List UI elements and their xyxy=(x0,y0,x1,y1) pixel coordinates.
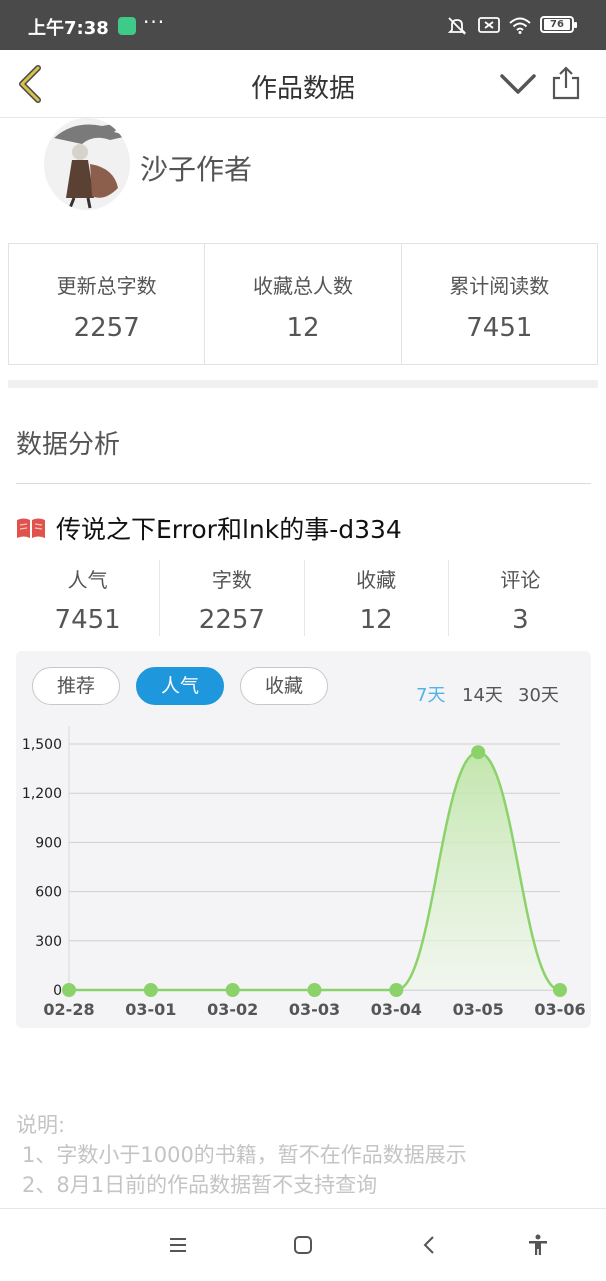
status-bar: 上午7:38 ··· 76 xyxy=(0,0,606,50)
x-tick-label: 03-04 xyxy=(371,1000,422,1019)
book-stat-words: 字数 2257 xyxy=(160,560,305,636)
mute-bell-icon xyxy=(447,17,467,35)
stat-value: 3 xyxy=(512,605,529,635)
chart-panel: 推荐 人气 收藏 7天 14天 30天 0 300 600 900 1,200 1,500… xyxy=(16,651,591,1028)
book-title: 传说之下Error和lnk的事-d334 xyxy=(56,515,402,544)
x-tick-label: 03-06 xyxy=(534,1000,585,1019)
stat-total-words: 更新总字数 2257 xyxy=(9,244,206,364)
y-tick-label: 1,200 xyxy=(22,786,62,802)
book-title-row[interactable]: 传说之下Error和lnk的事-d334 xyxy=(16,510,402,546)
summary-stats: 更新总字数 2257 收藏总人数 12 累计阅读数 7451 xyxy=(8,243,598,365)
stat-value: 2257 xyxy=(198,605,265,635)
popularity-chart: 0 300 600 900 1,200 1,500 02-28 03-01 03-02 03-03… xyxy=(22,726,586,1019)
stat-value: 12 xyxy=(359,605,393,635)
note-item: 2、8月1日前的作品数据暂不支持查询 xyxy=(22,1173,378,1197)
data-point xyxy=(225,983,240,997)
y-tick-label: 300 xyxy=(35,934,62,950)
avatar[interactable] xyxy=(44,118,130,210)
y-tick-label: 1,500 xyxy=(22,737,62,753)
stat-total-favorites: 收藏总人数 12 xyxy=(205,244,402,364)
battery-level: 76 xyxy=(544,19,570,30)
stat-label: 收藏 xyxy=(356,568,397,592)
stat-value: 2257 xyxy=(73,313,140,343)
x-tick-label: 03-02 xyxy=(207,1000,258,1019)
data-point xyxy=(389,983,404,997)
book-icon xyxy=(17,518,45,538)
stat-label: 人气 xyxy=(67,568,108,592)
share-icon[interactable] xyxy=(550,64,582,102)
notes-heading: 说明: xyxy=(16,1113,66,1137)
data-point xyxy=(471,745,486,760)
stat-label: 字数 xyxy=(211,568,252,592)
system-nav-bar xyxy=(0,1208,606,1281)
nav-bar: 作品数据 xyxy=(0,50,606,118)
stat-value: 12 xyxy=(286,313,320,343)
y-tick-label: 600 xyxy=(35,885,62,901)
book-stat-popularity: 人气 7451 xyxy=(16,560,161,636)
battery-icon: 76 xyxy=(540,16,577,33)
status-time: 上午7:38 xyxy=(28,18,109,39)
x-tick-label: 03-05 xyxy=(453,1000,504,1019)
stat-total-reads: 累计阅读数 7451 xyxy=(402,244,597,364)
data-point xyxy=(62,983,76,997)
x-tick-label: 02-28 xyxy=(43,1000,94,1019)
y-tick-label: 0 xyxy=(53,983,62,999)
no-sim-icon xyxy=(478,17,500,33)
book-stat-favorites: 收藏 12 xyxy=(305,560,449,636)
y-tick-label: 900 xyxy=(35,835,62,851)
stat-value: 7451 xyxy=(466,313,533,343)
home-icon[interactable] xyxy=(291,1233,315,1257)
book-stat-comments: 评论 3 xyxy=(449,560,592,636)
divider xyxy=(16,483,591,484)
series-area xyxy=(69,752,560,990)
more-notifications-icon: ··· xyxy=(143,10,166,34)
chevron-down-icon[interactable] xyxy=(498,68,538,98)
stat-value: 7451 xyxy=(54,605,121,635)
data-point xyxy=(143,983,158,997)
note-item: 1、字数小于1000的书籍，暂不在作品数据展示 xyxy=(22,1143,467,1167)
book-stats: 人气 7451 字数 2257 收藏 12 评论 3 xyxy=(16,560,592,636)
data-point xyxy=(307,983,322,997)
stat-label: 累计阅读数 xyxy=(449,274,550,298)
author-name: 沙子作者 xyxy=(140,153,253,186)
data-point xyxy=(553,983,567,997)
author-avatar-image xyxy=(44,118,130,210)
stat-label: 更新总字数 xyxy=(56,274,157,298)
x-tick-label: 03-01 xyxy=(125,1000,176,1019)
wifi-icon xyxy=(509,17,531,34)
section-title: 数据分析 xyxy=(16,430,121,460)
menu-icon[interactable] xyxy=(166,1233,190,1257)
section-divider xyxy=(8,380,598,388)
stat-label: 评论 xyxy=(500,568,541,592)
x-tick-label: 03-03 xyxy=(289,1000,340,1019)
stat-label: 收藏总人数 xyxy=(252,274,353,298)
accessibility-icon[interactable] xyxy=(526,1233,550,1257)
back-icon[interactable] xyxy=(418,1233,442,1257)
shield-icon xyxy=(118,17,136,35)
notes: 说明: 1、字数小于1000的书籍，暂不在作品数据展示 2、8月1日前的作品数据… xyxy=(16,1110,467,1200)
